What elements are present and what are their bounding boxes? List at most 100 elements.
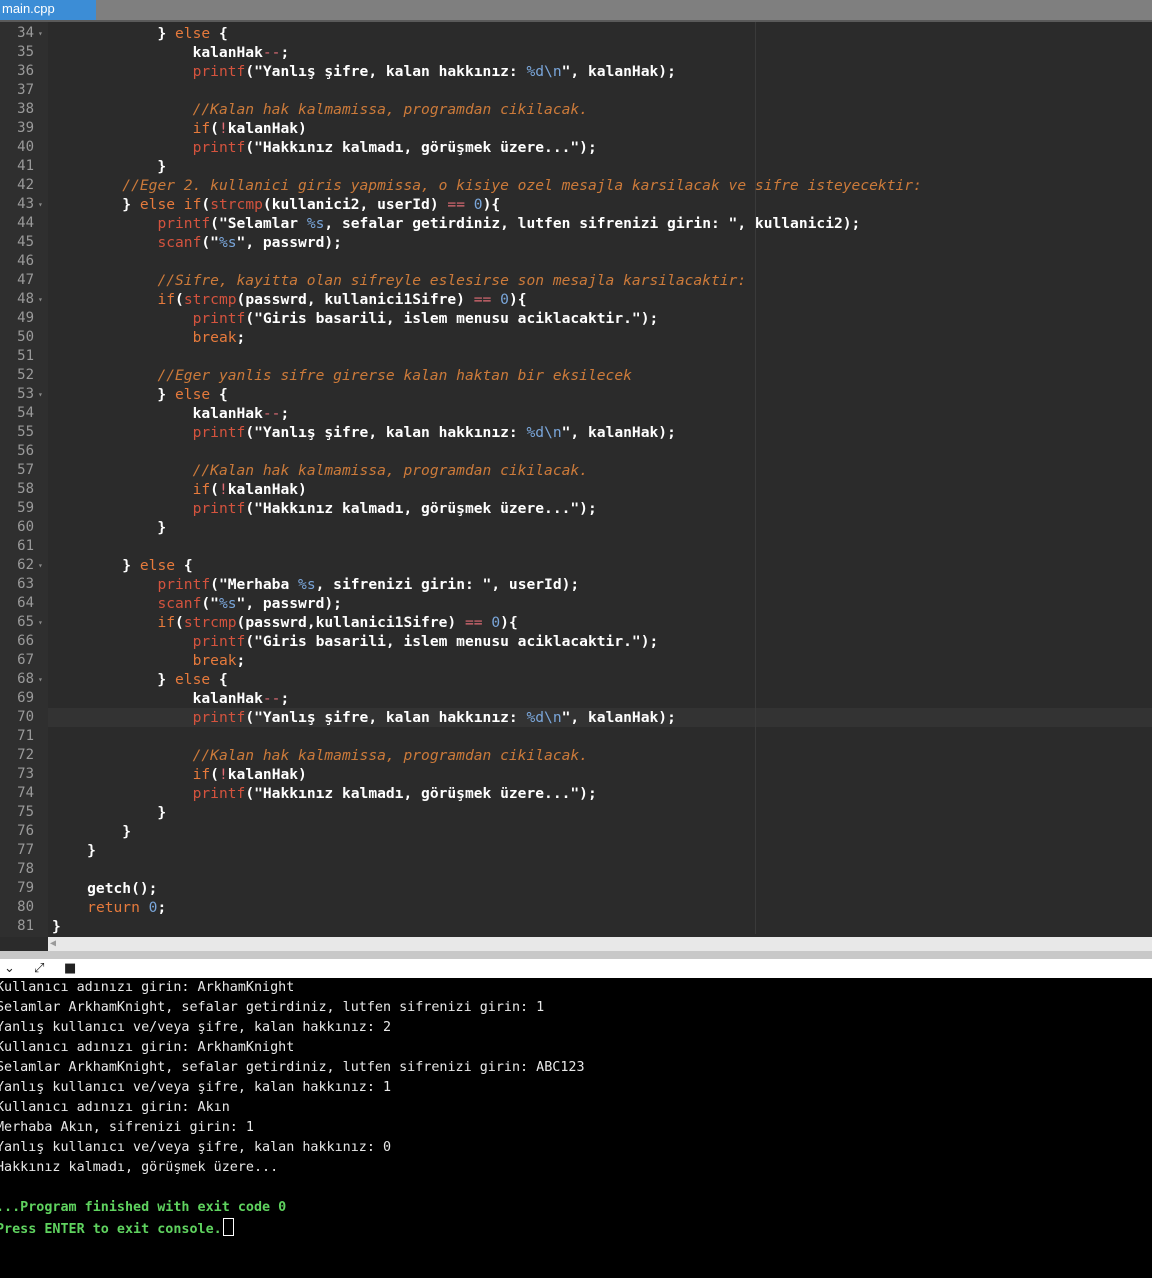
code-token: %d\n (526, 63, 562, 80)
code-line: getch(); (52, 879, 157, 898)
line-number: 47 (17, 272, 34, 288)
expand-icon[interactable]: ⤢ (34, 959, 44, 978)
code-token: ("Yanlış şifre, kalan hakkınız: (245, 63, 527, 80)
line-number: 40 (17, 139, 34, 155)
line-number: 57 (17, 462, 34, 478)
code-token: ("Hakkınız kalmadı, görüşmek üzere..."); (245, 500, 597, 517)
fold-toggle-icon[interactable]: ▾ (38, 195, 46, 214)
line-number: 44 (17, 215, 34, 231)
tab-main-cpp[interactable]: main.cpp (0, 0, 96, 20)
line-number: 55 (17, 424, 34, 440)
code-token: strcmp (183, 614, 237, 631)
code-token: ("Hakkınız kalmadı, görüşmek üzere..."); (245, 785, 597, 802)
line-number: 63 (17, 576, 34, 592)
exit-status-line: ...Program finished with exit code 0 (0, 1200, 287, 1215)
code-editor[interactable]: 34 ▾ 35 36 37 38 39 40 41 42 43 ▾ 44 45 46 47 48 ▾ 49 50 51 5… (0, 22, 1152, 937)
panel-splitter[interactable] (0, 951, 1152, 959)
line-number: 43 (17, 196, 34, 212)
print-margin-guide (755, 22, 756, 934)
line-number: 69 (17, 690, 34, 706)
fold-toggle-icon[interactable]: ▾ (38, 290, 46, 309)
code-token: %s (298, 576, 316, 593)
code-token: printf (157, 576, 211, 593)
code-line: printf("Yanlış şifre, kalan hakkınız: %d… (52, 423, 676, 442)
code-token: -- (262, 690, 281, 707)
console-line: Kullanıcı adınızı girin: Akın (0, 1100, 230, 1115)
code-token: { (210, 25, 228, 42)
code-token: printf (192, 709, 246, 726)
fold-toggle-icon[interactable]: ▾ (38, 556, 46, 575)
line-number: 61 (17, 538, 34, 554)
code-line: scanf("%s", passwrd); (52, 594, 342, 613)
line-number: 35 (17, 44, 34, 60)
code-token: printf (192, 500, 246, 517)
code-token: //Kalan hak kalmamissa, programdan cikil… (192, 747, 588, 764)
fold-toggle-icon[interactable]: ▾ (38, 613, 46, 632)
code-token: ! (218, 481, 228, 498)
code-line: printf("Hakkınız kalmadı, görüşmek üzere… (52, 784, 597, 803)
scroll-left-icon[interactable]: ◀ (50, 937, 56, 951)
code-token: printf (192, 424, 246, 441)
code-line: if(strcmp(passwrd, kullanici1Sifre) == 0… (52, 290, 526, 309)
exit-prompt-text: Press ENTER to exit console. (0, 1222, 222, 1237)
code-token: if (192, 481, 211, 498)
line-number: 41 (17, 158, 34, 174)
code-token: if (192, 120, 211, 137)
code-token: %s (218, 595, 237, 612)
code-token: { (210, 386, 228, 403)
horizontal-scrollbar[interactable] (48, 937, 1152, 951)
code-token: ; (280, 44, 290, 61)
code-line: printf("Giris basarili, islem menusu aci… (52, 309, 659, 328)
line-number-gutter: 34 ▾ 35 36 37 38 39 40 41 42 43 ▾ 44 45 46 47 48 ▾ 49 50 51 5… (0, 22, 48, 937)
code-token: ! (218, 766, 228, 783)
code-line: if(!kalanHak) (52, 119, 307, 138)
code-token: { (210, 671, 228, 688)
code-token: } (52, 842, 96, 859)
code-token: } (52, 158, 167, 175)
code-token: , sifrenizi girin: ", userId); (315, 576, 580, 593)
code-token: (passwrd, kullanici1Sifre) (236, 291, 474, 308)
code-line: break; (52, 328, 246, 347)
code-token: } (157, 25, 176, 42)
code-line: //Kalan hak kalmamissa, programdan cikil… (52, 100, 588, 119)
code-token: break (192, 329, 237, 346)
console-output[interactable]: Kullanıcı adınızı girin: ArkhamKnight Sel… (0, 978, 1152, 1278)
code-token: 0 (491, 614, 501, 631)
chevron-down-icon[interactable]: ⌄ (4, 959, 15, 978)
code-line: if(!kalanHak) (52, 480, 307, 499)
line-number: 36 (17, 63, 34, 79)
stop-debug-icon[interactable]: ■ (64, 959, 76, 978)
code-token: ( (175, 291, 184, 308)
code-token: ( (201, 196, 211, 213)
code-token: scanf (157, 234, 202, 251)
code-token: } (52, 386, 176, 403)
code-token: { (175, 557, 193, 574)
line-number: 80 (17, 899, 34, 915)
line-number: 67 (17, 652, 34, 668)
line-number: 78 (17, 861, 34, 877)
line-number: 52 (17, 367, 34, 383)
code-line: if(!kalanHak) (52, 765, 307, 784)
line-number: 46 (17, 253, 34, 269)
code-token: printf (192, 785, 246, 802)
fold-toggle-icon[interactable]: ▾ (38, 24, 46, 43)
code-token: ("Merhaba (210, 576, 299, 593)
code-token: (" (201, 234, 219, 251)
code-line: } else { (52, 670, 228, 689)
fold-toggle-icon[interactable]: ▾ (38, 385, 46, 404)
line-number: 75 (17, 804, 34, 820)
fold-toggle-icon[interactable]: ▾ (38, 670, 46, 689)
code-line: kalanHak--; (52, 43, 290, 62)
code-token: %s (306, 215, 325, 232)
code-token: %s (218, 234, 237, 251)
code-token: ; (236, 652, 246, 669)
line-number: 34 (17, 25, 34, 41)
